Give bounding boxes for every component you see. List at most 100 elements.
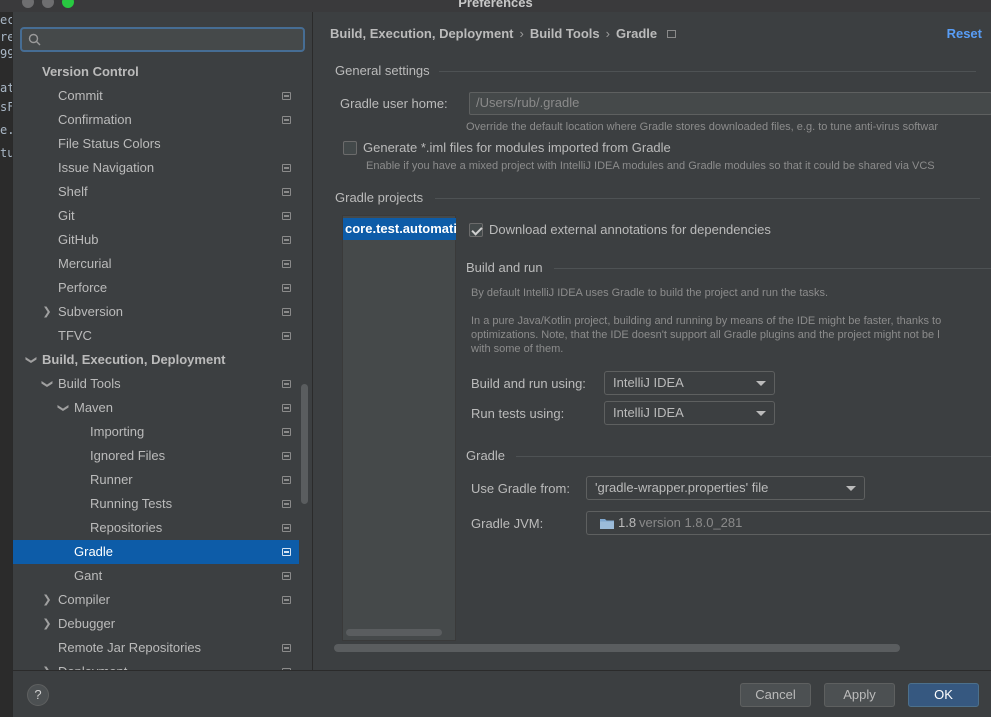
breadcrumb-item: Build Tools (529, 26, 600, 41)
tree-item-github[interactable]: GitHub (13, 228, 299, 252)
tree-item-issue-navigation[interactable]: Issue Navigation (13, 156, 299, 180)
tree-item-debugger[interactable]: ❯ Debugger (13, 612, 299, 636)
project-settings-icon (282, 452, 291, 460)
reset-link[interactable]: Reset (947, 26, 982, 41)
tree-item-confirmation[interactable]: Confirmation (13, 108, 299, 132)
gradle-home-field[interactable]: /Users/rub/.gradle (469, 92, 991, 115)
project-settings-icon (282, 548, 291, 556)
section-title: Gradle projects (335, 190, 424, 205)
build-run-using-select[interactable]: IntelliJ IDEA (604, 371, 775, 395)
tree-item-maven[interactable]: ❯ Maven (13, 396, 299, 420)
tree-item-running-tests[interactable]: Running Tests (13, 492, 299, 516)
gradle-jvm-label: Gradle JVM: (471, 516, 544, 531)
cancel-button[interactable]: Cancel (740, 683, 811, 707)
project-settings-icon (282, 332, 291, 340)
editor-line: at (0, 81, 12, 95)
search-input[interactable] (20, 27, 305, 52)
project-settings-icon (282, 644, 291, 652)
tree-item-ignored-files[interactable]: Ignored Files (13, 444, 299, 468)
title-bar: Preferences (0, 0, 991, 12)
chevron-right-icon[interactable]: ❯ (41, 612, 53, 636)
section-title: Gradle (466, 448, 506, 463)
build-run-using-label: Build and run using: (471, 376, 586, 391)
breadcrumb-item: Build, Execution, Deployment (330, 26, 514, 41)
editor-line: re (0, 30, 12, 44)
separator (435, 198, 980, 199)
gradle-section-header: Gradle (466, 448, 505, 463)
project-settings-icon (667, 30, 677, 38)
editor-line: sF (0, 100, 12, 114)
ok-button[interactable]: OK (908, 683, 979, 707)
tree-item-repositories[interactable]: Repositories (13, 516, 299, 540)
separator (516, 456, 991, 457)
tree-item-label: Runner (90, 472, 133, 487)
chevron-down-icon (756, 381, 766, 386)
tree-item-build-tools[interactable]: ❯ Build Tools (13, 372, 299, 396)
chevron-right-icon[interactable]: ❯ (41, 660, 53, 670)
chevron-down-icon[interactable]: ❯ (51, 402, 75, 414)
editor-line: ec (0, 13, 12, 27)
build-run-hint: with some of them. (471, 343, 564, 355)
download-annotations-checkbox[interactable] (469, 223, 483, 237)
tree-item-shelf[interactable]: Shelf (13, 180, 299, 204)
tree-item-version-control[interactable]: Version Control (13, 60, 299, 84)
chevron-down-icon[interactable]: ❯ (19, 354, 43, 366)
tree-item-label: Running Tests (90, 496, 173, 511)
tree-item-label: Commit (58, 88, 103, 103)
chevron-right-icon[interactable]: ❯ (41, 588, 53, 612)
tree-item-perforce[interactable]: Perforce (13, 276, 299, 300)
project-settings-icon (282, 188, 291, 196)
chevron-right-icon[interactable]: ❯ (41, 300, 53, 324)
use-gradle-from-select[interactable]: 'gradle-wrapper.properties' file (586, 476, 865, 500)
gradle-jvm-select[interactable]: 1.8 version 1.8.0_281 (586, 511, 991, 535)
settings-sidebar: Version Control Commit Confirmation File… (13, 12, 313, 670)
tree-item-git[interactable]: Git (13, 204, 299, 228)
tree-item-label: Gradle (74, 544, 114, 559)
apply-button[interactable]: Apply (824, 683, 895, 707)
generate-iml-checkbox[interactable] (343, 141, 357, 155)
tree-item-runner[interactable]: Runner (13, 468, 299, 492)
tree-item-label: Issue Navigation (58, 160, 155, 175)
tree-item-deployment[interactable]: ❯ Deployment (13, 660, 299, 670)
tree-item-commit[interactable]: Commit (13, 84, 299, 108)
editor-line: e. (0, 123, 12, 137)
tree-item-mercurial[interactable]: Mercurial (13, 252, 299, 276)
chevron-down-icon[interactable]: ❯ (35, 378, 59, 390)
general-settings-header: General settings (335, 63, 430, 78)
tree-item-label: Build, Execution, Deployment (42, 352, 226, 367)
tree-item-label: GitHub (58, 232, 99, 247)
generate-iml-hint: Enable if you have a mixed project with … (366, 160, 935, 172)
gradle-home-label: Gradle user home: (340, 96, 448, 111)
build-run-hint: By default IntelliJ IDEA uses Gradle to … (471, 287, 829, 299)
tree-item-importing[interactable]: Importing (13, 420, 299, 444)
project-settings-icon (282, 284, 291, 292)
breadcrumb-item: Gradle (615, 26, 658, 41)
content-scrollbar[interactable] (334, 644, 900, 652)
download-annotations-label: Download external annotations for depend… (489, 222, 771, 237)
settings-content: Build, Execution, Deployment › Build Tools… (314, 12, 991, 670)
section-title: Build and run (466, 260, 543, 275)
project-settings-icon (282, 404, 291, 412)
tree-item-label: Git (58, 208, 75, 223)
project-settings-icon (282, 476, 291, 484)
tree-item-build-execution-deployment[interactable]: ❯ Build, Execution, Deployment (13, 348, 299, 372)
jvm-name: 1.8 (618, 515, 637, 530)
editor-line: 99 (0, 47, 12, 61)
tree-item-gant[interactable]: Gant (13, 564, 299, 588)
tree-item-label: Maven (74, 400, 114, 415)
projects-scrollbar[interactable] (346, 629, 442, 636)
tree-item-compiler[interactable]: ❯ Compiler (13, 588, 299, 612)
run-tests-using-select[interactable]: IntelliJ IDEA (604, 401, 775, 425)
project-item[interactable]: core.test.automatio (343, 218, 456, 240)
tree-item-tfvc[interactable]: TFVC (13, 324, 299, 348)
tree-item-label: Repositories (90, 520, 163, 535)
tree-item-file-status-colors[interactable]: File Status Colors (13, 132, 299, 156)
tree-item-remote-jar-repositories[interactable]: Remote Jar Repositories (13, 636, 299, 660)
tree-item-gradle[interactable]: Gradle (13, 540, 299, 564)
tree-item-subversion[interactable]: ❯ Subversion (13, 300, 299, 324)
sidebar-scrollbar[interactable] (301, 384, 308, 504)
help-button[interactable]: ? (27, 684, 49, 706)
chevron-down-icon (846, 486, 856, 491)
tree-item-label: File Status Colors (58, 136, 161, 151)
background-editor: ec re 99 at sF e. tu (0, 12, 12, 717)
